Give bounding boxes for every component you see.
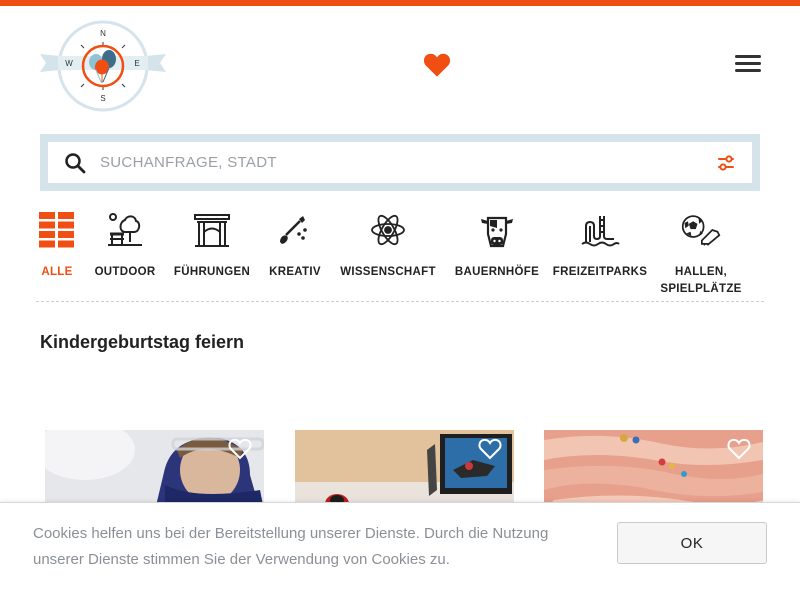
category-label: ALLE (41, 266, 73, 278)
heart-outline-icon[interactable] (727, 438, 751, 460)
category-label: FÜHRUNGEN (173, 266, 251, 278)
gate-monument-icon (192, 210, 232, 250)
logo-compass-s: S (100, 94, 105, 103)
outdoor-bench-tree-icon (105, 210, 145, 250)
heart-outline-icon[interactable] (478, 438, 502, 460)
hamburger-menu-icon[interactable] (735, 55, 761, 75)
cookie-banner-text: Cookies helfen uns bei der Bereitstellun… (33, 525, 549, 568)
logo-compass-n: N (100, 29, 106, 38)
category-freizeitparks[interactable]: FREIZEITPARKS (552, 210, 648, 281)
activity-card[interactable] (45, 430, 264, 510)
filter-sliders-icon[interactable] (716, 153, 736, 173)
category-label: OUTDOOR (94, 266, 156, 278)
grid-all-icon (37, 210, 77, 250)
category-wissenschaft[interactable]: WISSENSCHAFT (338, 210, 438, 281)
category-label-line1: HALLEN, (675, 266, 727, 278)
compass-balloon-logo: N S W E (40, 20, 166, 112)
cow-icon (477, 210, 517, 250)
category-fuehrungen[interactable]: FÜHRUNGEN (172, 210, 252, 281)
category-outdoor[interactable]: OUTDOOR (92, 210, 158, 281)
category-kreativ[interactable]: KREATIV (266, 210, 324, 281)
water-slide-icon (580, 210, 620, 250)
search-icon[interactable] (64, 152, 86, 174)
heart-outline-icon[interactable] (228, 438, 252, 460)
category-hallen-spielplaetze[interactable]: HALLEN, SPIELPLÄTZE (658, 210, 744, 298)
category-alle[interactable]: ALLE (36, 210, 78, 281)
atom-icon (368, 210, 408, 250)
category-bar: ALLE OUTDOOR FÜHRUNGEN KREATIV WISSENSCH… (36, 210, 764, 302)
cookie-ok-button[interactable]: OK (617, 522, 767, 564)
section-title: Kindergeburtstag feiern (40, 332, 245, 352)
category-label: BAUERNHÖFE (454, 266, 540, 278)
paintbrush-icon (275, 210, 315, 250)
category-label: KREATIV (269, 266, 321, 278)
cookie-banner: Cookies helfen uns bei der Bereitstellun… (0, 502, 800, 600)
top-accent-bar (0, 0, 800, 6)
logo-compass-e: E (134, 59, 139, 68)
category-label: FREIZEITPARKS (552, 266, 648, 278)
logo-compass-w: W (65, 59, 73, 68)
favorites-heart-icon[interactable] (423, 52, 451, 78)
category-label: HALLEN, SPIELPLÄTZE (660, 264, 741, 298)
category-label: WISSENSCHAFT (340, 266, 436, 278)
search-input[interactable] (100, 154, 716, 171)
category-label-line2: SPIELPLÄTZE (660, 283, 742, 295)
search-bar (40, 134, 760, 191)
search-box (48, 142, 752, 183)
activity-card[interactable] (295, 430, 514, 510)
ball-shoe-icon (681, 210, 721, 250)
activity-card[interactable] (544, 430, 763, 510)
category-bauernhoefe[interactable]: BAUERNHÖFE (452, 210, 542, 281)
site-logo[interactable]: N S W E (38, 20, 168, 112)
